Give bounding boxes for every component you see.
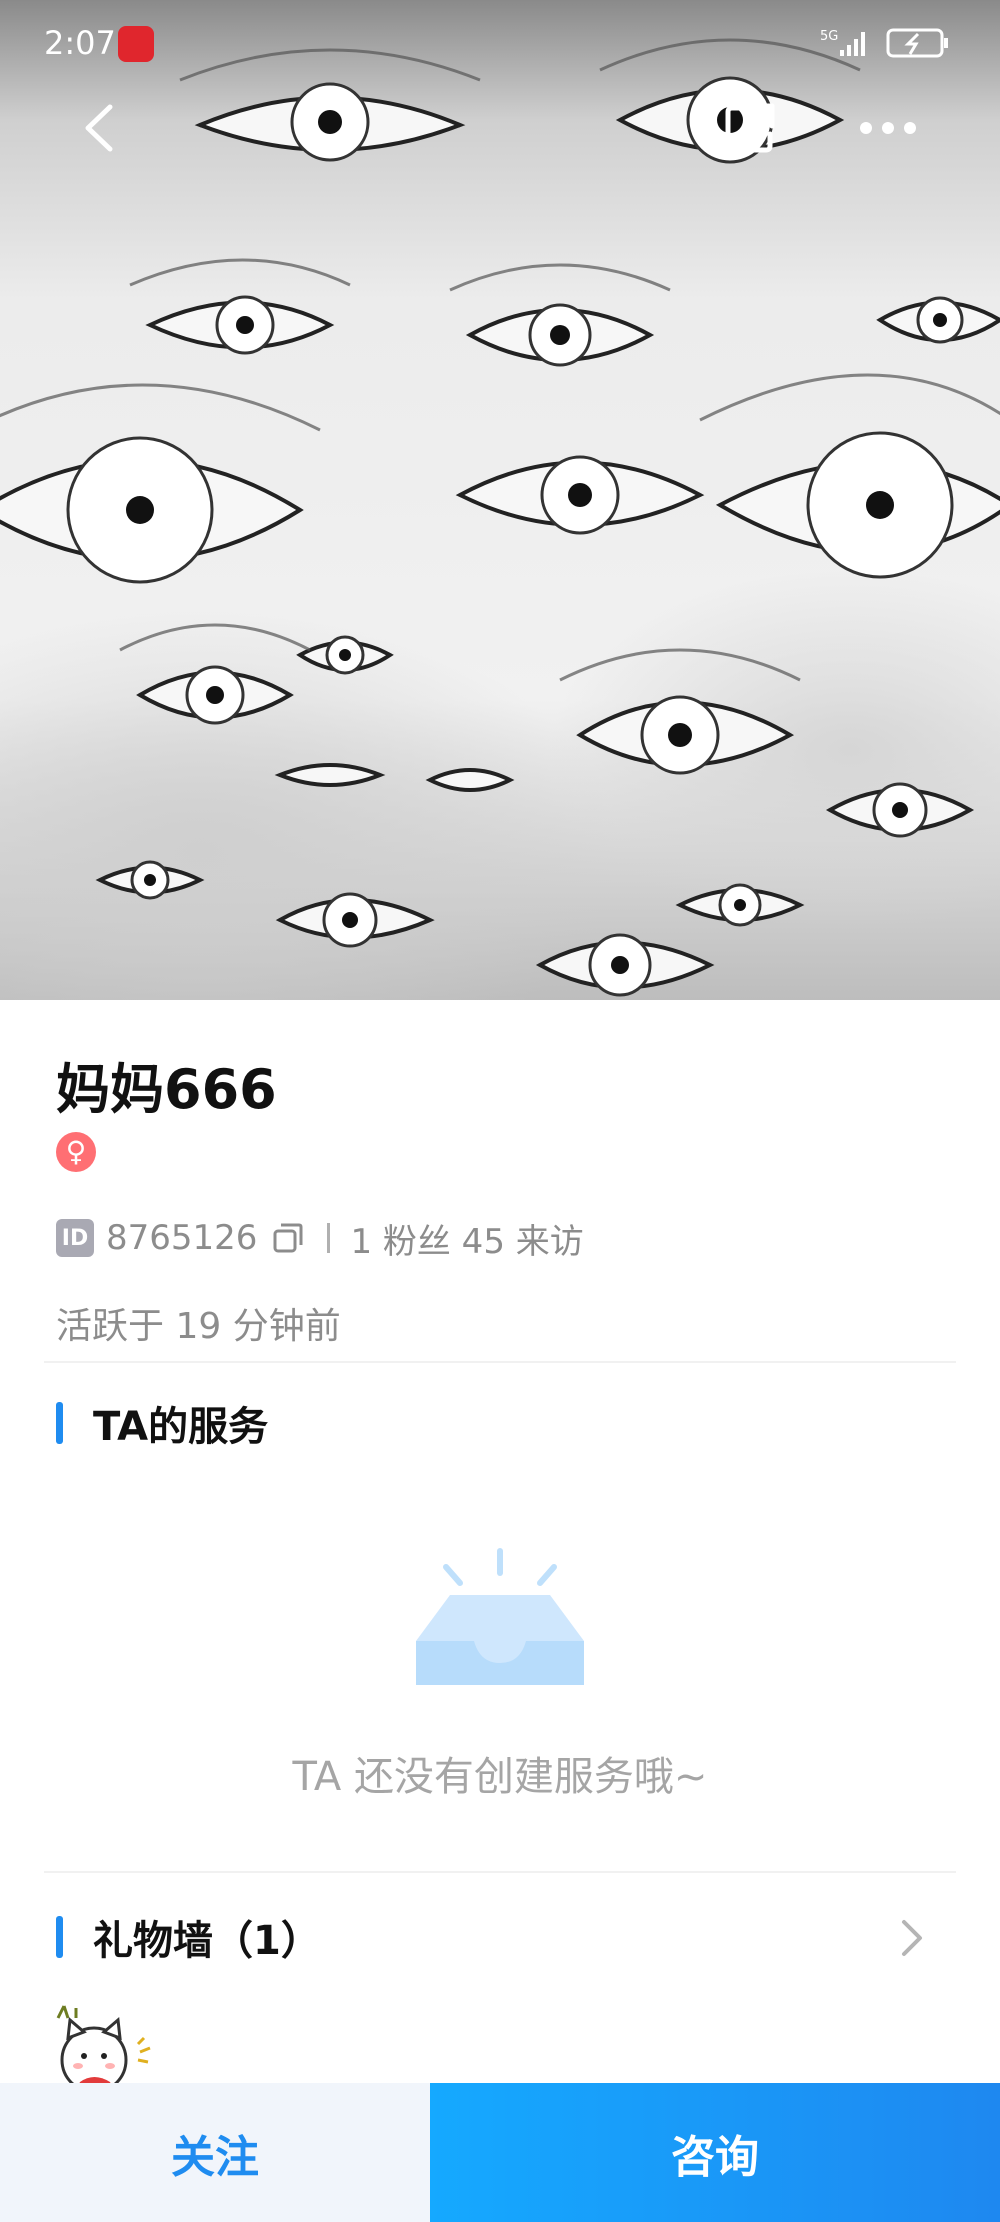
chevron-left-icon [85, 104, 113, 152]
divider [44, 1871, 956, 1873]
hi-scribble [56, 2005, 78, 2019]
more-options-button[interactable] [848, 88, 928, 168]
status-bar: 2:07 5G [0, 0, 1000, 92]
gift-sticker-cat-icon[interactable] [54, 2000, 164, 2090]
empty-inbox-icon [416, 1548, 584, 1685]
gender-female-icon: ♀ [56, 1132, 96, 1172]
back-button[interactable] [60, 88, 140, 168]
divider [327, 1223, 331, 1253]
chevron-right-icon[interactable] [898, 1918, 926, 1958]
battery-icon [886, 28, 948, 58]
consult-button[interactable]: 咨询 [430, 2083, 1000, 2222]
section-accent-bar [56, 1402, 63, 1444]
share-button[interactable] [710, 88, 790, 168]
profile-name: 妈妈666 [56, 1058, 277, 1121]
status-indicators: 5G [820, 24, 960, 72]
last-active-text: 活跃于 19 分钟前 [56, 1306, 341, 1347]
signal-strength-icon [840, 32, 865, 56]
user-id: 8765126 [106, 1218, 258, 1258]
notification-app-icon [118, 26, 154, 62]
services-empty-text: TA 还没有创建服务哦~ [292, 1754, 708, 1800]
bottom-action-bar: 关注 咨询 [0, 2083, 1000, 2222]
services-section-title: TA的服务 [56, 1394, 268, 1452]
divider [44, 1361, 956, 1363]
gift-wall-section[interactable]: 礼物墙（1） [56, 1908, 321, 1966]
section-accent-bar [56, 1916, 63, 1958]
profile-id-row: ID 8765126 1 粉丝 45 来访 [56, 1214, 584, 1262]
id-badge: ID [56, 1219, 94, 1257]
gift-wall-title: 礼物墙（1） [93, 1918, 321, 1964]
copy-icon [273, 1223, 303, 1253]
more-dots-icon [860, 122, 916, 134]
follow-button[interactable]: 关注 [0, 2083, 430, 2222]
fans-visits-stats[interactable]: 1 粉丝 45 来访 [350, 1214, 583, 1263]
copy-id-button[interactable] [271, 1221, 305, 1255]
services-title: TA的服务 [93, 1404, 269, 1450]
network-type-label: 5G [820, 29, 838, 44]
status-time: 2:07 [44, 24, 116, 62]
share-external-icon [725, 103, 775, 153]
